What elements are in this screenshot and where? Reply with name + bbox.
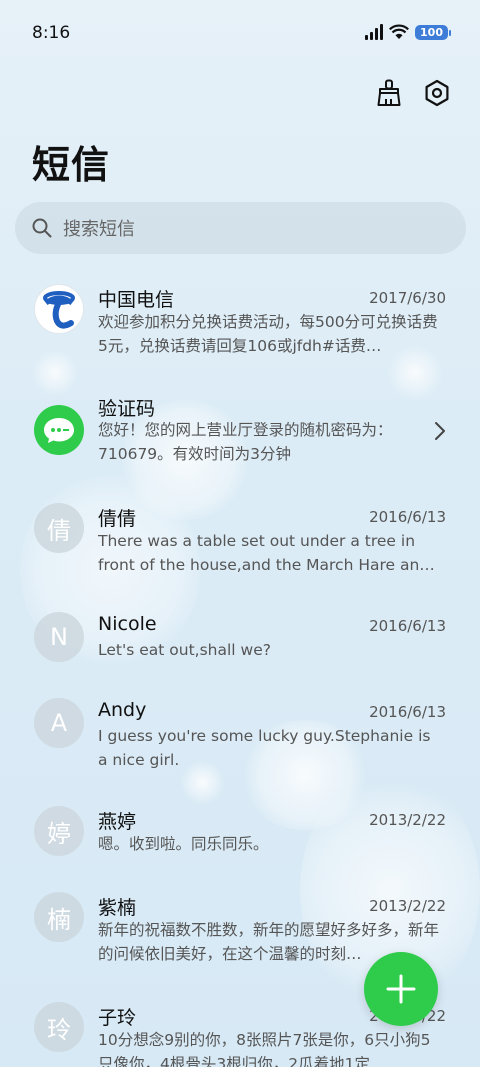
china-telecom-logo-icon <box>34 284 84 334</box>
conversation-item[interactable]: 验证码 您好！您的网上营业厅登录的随机密码为：710679。有效时间为3分钟 <box>0 393 480 503</box>
conversation-preview: 您好！您的网上营业厅登录的随机密码为：710679。有效时间为3分钟 <box>98 421 393 463</box>
conversation-date: 2013/2/22 <box>369 811 446 829</box>
conversation-date: 2016/6/13 <box>369 508 446 526</box>
battery-indicator: 100 <box>415 24 451 40</box>
conversation-item[interactable]: 中国电信 2017/6/30 欢迎参加积分兑换话费活动，每500分可兑换话费5元… <box>0 284 480 394</box>
search-input[interactable]: 搜索短信 <box>15 202 466 254</box>
conversation-name: 燕婷 <box>98 811 137 833</box>
avatar: 楠 <box>34 892 84 942</box>
conversation-date: 2016/6/13 <box>369 703 446 721</box>
conversation-preview: Let's eat out,shall we? <box>98 641 271 659</box>
conversation-item[interactable]: N Nicole 2016/6/13 Let's eat out,shall w… <box>0 612 480 698</box>
avatar: 玲 <box>34 1002 84 1052</box>
chevron-right-icon <box>435 422 445 440</box>
avatar: 婷 <box>34 806 84 856</box>
conversation-item[interactable]: 倩 倩倩 2016/6/13 There was a table set out… <box>0 503 480 613</box>
conversation-name: 子玲 <box>98 1007 137 1029</box>
conversation-name: 验证码 <box>98 398 156 420</box>
conversation-date: 2017/6/30 <box>369 289 446 307</box>
conversation-date: 2016/6/13 <box>369 617 446 635</box>
conversation-preview: 欢迎参加积分兑换话费活动，每500分可兑换话费5元，兑换话费请回复106或jfd… <box>98 313 438 355</box>
conversation-preview: 10分想念9别的你，8张照片7张是你，6只小狗5只像你，4根骨头3根归你，2瓜着… <box>98 1031 431 1067</box>
avatar: 倩 <box>34 503 84 553</box>
conversation-date: 2013/2/22 <box>369 897 446 915</box>
settings-hexagon-icon <box>425 79 449 107</box>
status-bar: 8:16 100 <box>0 0 480 68</box>
avatar: A <box>34 698 84 748</box>
clean-button[interactable] <box>374 78 404 108</box>
top-actions <box>374 78 452 108</box>
signal-icon <box>365 24 384 40</box>
plus-icon <box>386 974 416 1004</box>
status-time: 8:16 <box>32 23 71 43</box>
search-icon <box>32 218 52 238</box>
message-bubble-icon <box>34 405 84 455</box>
conversation-preview: I guess you're some lucky guy.Stephanie … <box>98 727 431 769</box>
new-message-button[interactable] <box>364 952 438 1026</box>
broom-icon <box>377 79 401 106</box>
conversation-item[interactable]: A Andy 2016/6/13 I guess you're some luc… <box>0 698 480 808</box>
conversation-name: 倩倩 <box>98 508 137 530</box>
conversation-item[interactable]: 婷 燕婷 2013/2/22 嗯。收到啦。同乐同乐。 <box>0 806 480 892</box>
conversation-preview: There was a table set out under a tree i… <box>98 532 435 574</box>
conversation-name: Nicole <box>98 613 157 635</box>
conversation-preview: 嗯。收到啦。同乐同乐。 <box>98 835 269 853</box>
avatar: N <box>34 612 84 662</box>
conversation-name: 中国电信 <box>98 289 175 311</box>
status-icons: 100 <box>365 24 451 40</box>
settings-button[interactable] <box>422 78 452 108</box>
search-placeholder: 搜索短信 <box>63 219 135 240</box>
conversation-name: Andy <box>98 699 147 721</box>
wifi-icon <box>389 24 410 39</box>
page-title: 短信 <box>32 143 111 187</box>
conversation-name: 紫楠 <box>98 897 137 919</box>
